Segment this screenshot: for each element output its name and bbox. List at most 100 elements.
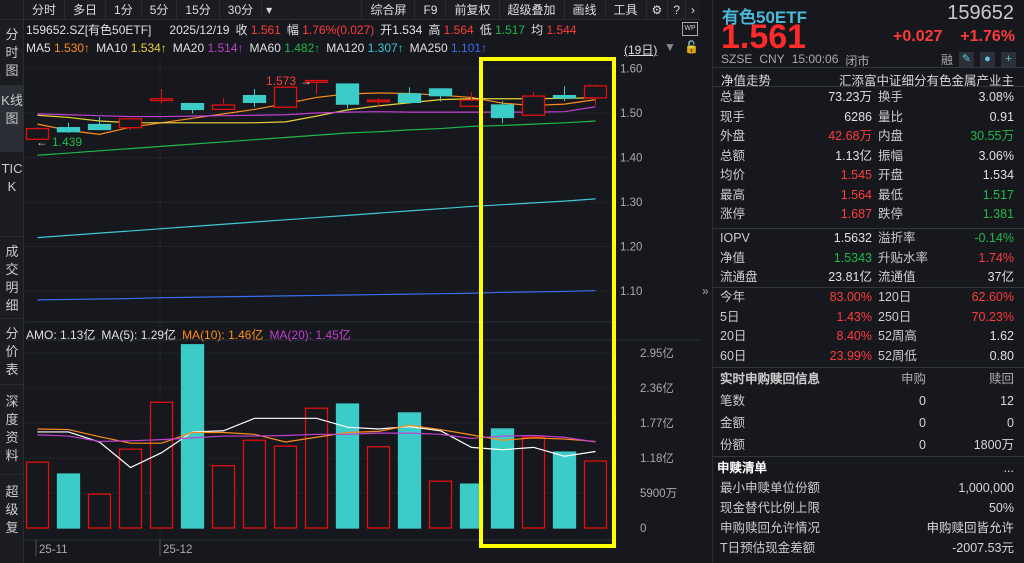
creation-title: 实时申购赎回信息 — [720, 372, 821, 386]
candle-body — [118, 118, 143, 129]
candle-body — [428, 88, 453, 97]
creation-value: 0 — [919, 394, 926, 408]
candle-body — [180, 103, 205, 111]
amo-legend: AMO: 1.13亿 MA(5): 1.29亿 MA(10): 1.46亿 MA… — [26, 326, 351, 343]
stat-label: 内盘 — [878, 129, 904, 143]
fund-full-name: 汇添富中证细分有色金属产业主 — [838, 74, 1014, 88]
margin-label: 融 — [940, 53, 953, 67]
redemption-value: 1800万 — [973, 438, 1014, 452]
stat-row: 涨停 1.687 跌停 1.381 — [713, 205, 1024, 225]
candle — [56, 122, 81, 134]
more-button[interactable]: ... — [1004, 457, 1014, 479]
expand-panel-icon[interactable]: » — [702, 284, 709, 298]
stat-label: 涨停 — [720, 207, 746, 221]
stat-value: 8.40% — [836, 329, 872, 343]
edit-icon[interactable]: ✎ — [959, 52, 974, 67]
volume-tick-label: 2.95亿 — [640, 347, 674, 360]
stat-value: 1.534 — [982, 168, 1014, 182]
list-value: -2007.53元 — [952, 541, 1014, 555]
creation-redemption-table: 实时申购赎回信息 申购 赎回 笔数 0 12 金额 0 0 份额 0 1800万 — [713, 367, 1024, 456]
stat-value: 62.60% — [971, 290, 1014, 304]
bell-icon[interactable]: ● — [980, 52, 995, 67]
add-icon[interactable]: + — [1001, 52, 1016, 67]
candle — [87, 117, 112, 131]
volume-tick-label: 1.77亿 — [640, 417, 674, 430]
stat-value: 3.06% — [978, 148, 1014, 163]
redemption-value: 0 — [1007, 416, 1014, 430]
stat-value: 1.74% — [978, 250, 1014, 265]
stat-label: 最高 — [720, 187, 746, 202]
stat-label: 总量 — [720, 90, 746, 104]
stat-label: 换手 — [878, 90, 904, 104]
volume-tick-label: 0 — [640, 523, 646, 535]
stat-row: 总量 73.23万 换手 3.08% — [713, 88, 1024, 108]
stat-label: 今年 — [720, 290, 746, 304]
stat-row: IOPV 1.5632 溢折率 -0.14% — [713, 229, 1024, 249]
stat-value: 1.62 — [989, 329, 1014, 343]
volume-bar — [397, 412, 422, 529]
volume-bar — [335, 403, 360, 529]
list-value: 50% — [988, 501, 1014, 515]
volume-bar — [428, 480, 453, 529]
stat-label: 量比 — [878, 109, 904, 124]
creation-row: 金额 0 0 — [713, 412, 1024, 434]
stat-label: 流通盘 — [720, 270, 758, 284]
list-label: 现金替代比例上限 — [720, 501, 821, 515]
candle-body — [397, 93, 422, 103]
creation-header: 申购 — [900, 372, 926, 386]
volume-bar — [211, 465, 236, 529]
candle-body — [149, 98, 174, 102]
stat-value: 23.99% — [829, 348, 872, 363]
stat-label: 升贴水率 — [878, 250, 929, 265]
candle — [242, 88, 267, 107]
redemption-value: 12 — [1000, 394, 1014, 408]
stat-label: 52周高 — [878, 329, 917, 343]
list-label: T日预估现金差额 — [720, 541, 816, 555]
stat-label: 60日 — [720, 348, 747, 363]
price-tick-label: 1.10 — [620, 286, 642, 298]
creation-list-row: 最小申赎单位份额 1,000,000 — [713, 479, 1024, 499]
stat-row: 流通盘 23.81亿 流通值 37亿 — [713, 268, 1024, 288]
stat-value: 1.545 — [840, 168, 872, 182]
nav-trend-link[interactable]: 净值走势 — [721, 70, 771, 88]
creation-list-row: T日预估现金差额 -2007.53元 — [713, 539, 1024, 559]
stat-label: 流通值 — [878, 270, 916, 284]
candle — [211, 97, 236, 111]
stat-value: 3.08% — [978, 90, 1014, 104]
stat-row: 总额 1.13亿 振幅 3.06% — [713, 147, 1024, 167]
stats-table: 总量 73.23万 换手 3.08% 现手 6286 量比 0.91 外盘 42.68万 内盘 30.… — [713, 88, 1024, 225]
stat-value: 73.23万 — [828, 90, 872, 104]
stat-value: 23.81亿 — [828, 270, 872, 284]
fund-stats-table: IOPV 1.5632 溢折率 -0.14% 净值 1.5343 升贴水率 1.74% 流通盘 2… — [713, 228, 1024, 288]
stat-value: 42.68万 — [828, 129, 872, 143]
creation-row-label: 份额 — [720, 438, 746, 452]
stat-label: IOPV — [720, 231, 750, 245]
creation-row-label: 金额 — [720, 416, 746, 430]
date-tick-label: 25-11 — [39, 544, 68, 556]
stat-row: 5日 1.43% 250日 70.23% — [713, 308, 1024, 328]
highlight-box — [479, 57, 616, 548]
creation-value: 0 — [919, 438, 926, 452]
stat-value: 1.517 — [982, 187, 1014, 202]
volume-bar — [25, 461, 50, 529]
amo-ma10: MA(10): 1.46亿 — [182, 328, 264, 342]
price-tick-label: 1.20 — [620, 242, 642, 254]
returns-table: 今年 83.00% 120日 62.60% 5日 1.43% 250日 70.23% 20日 8.… — [713, 287, 1024, 366]
stat-label: 52周低 — [878, 348, 917, 363]
stat-label: 均价 — [720, 168, 746, 182]
stat-row: 今年 83.00% 120日 62.60% — [713, 288, 1024, 308]
creation-list-row: 现金替代比例上限 50% — [713, 499, 1024, 519]
stat-row: 最高 1.564 最低 1.517 — [713, 186, 1024, 206]
price-tick-label: 1.40 — [620, 153, 642, 165]
stat-value: 1.564 — [840, 187, 872, 202]
price-tick-label: 1.60 — [620, 64, 642, 76]
stat-label: 溢折率 — [878, 231, 916, 245]
creation-row-label: 笔数 — [720, 394, 746, 408]
stat-value: 1.5343 — [833, 250, 872, 265]
candle-body — [335, 83, 360, 105]
creation-row: 份额 0 1800万 — [713, 434, 1024, 456]
percent-change: +1.76% — [960, 28, 1015, 45]
stat-value: 1.43% — [836, 309, 872, 324]
stat-value: 70.23% — [971, 309, 1014, 324]
stat-value: 30.55万 — [970, 129, 1014, 143]
